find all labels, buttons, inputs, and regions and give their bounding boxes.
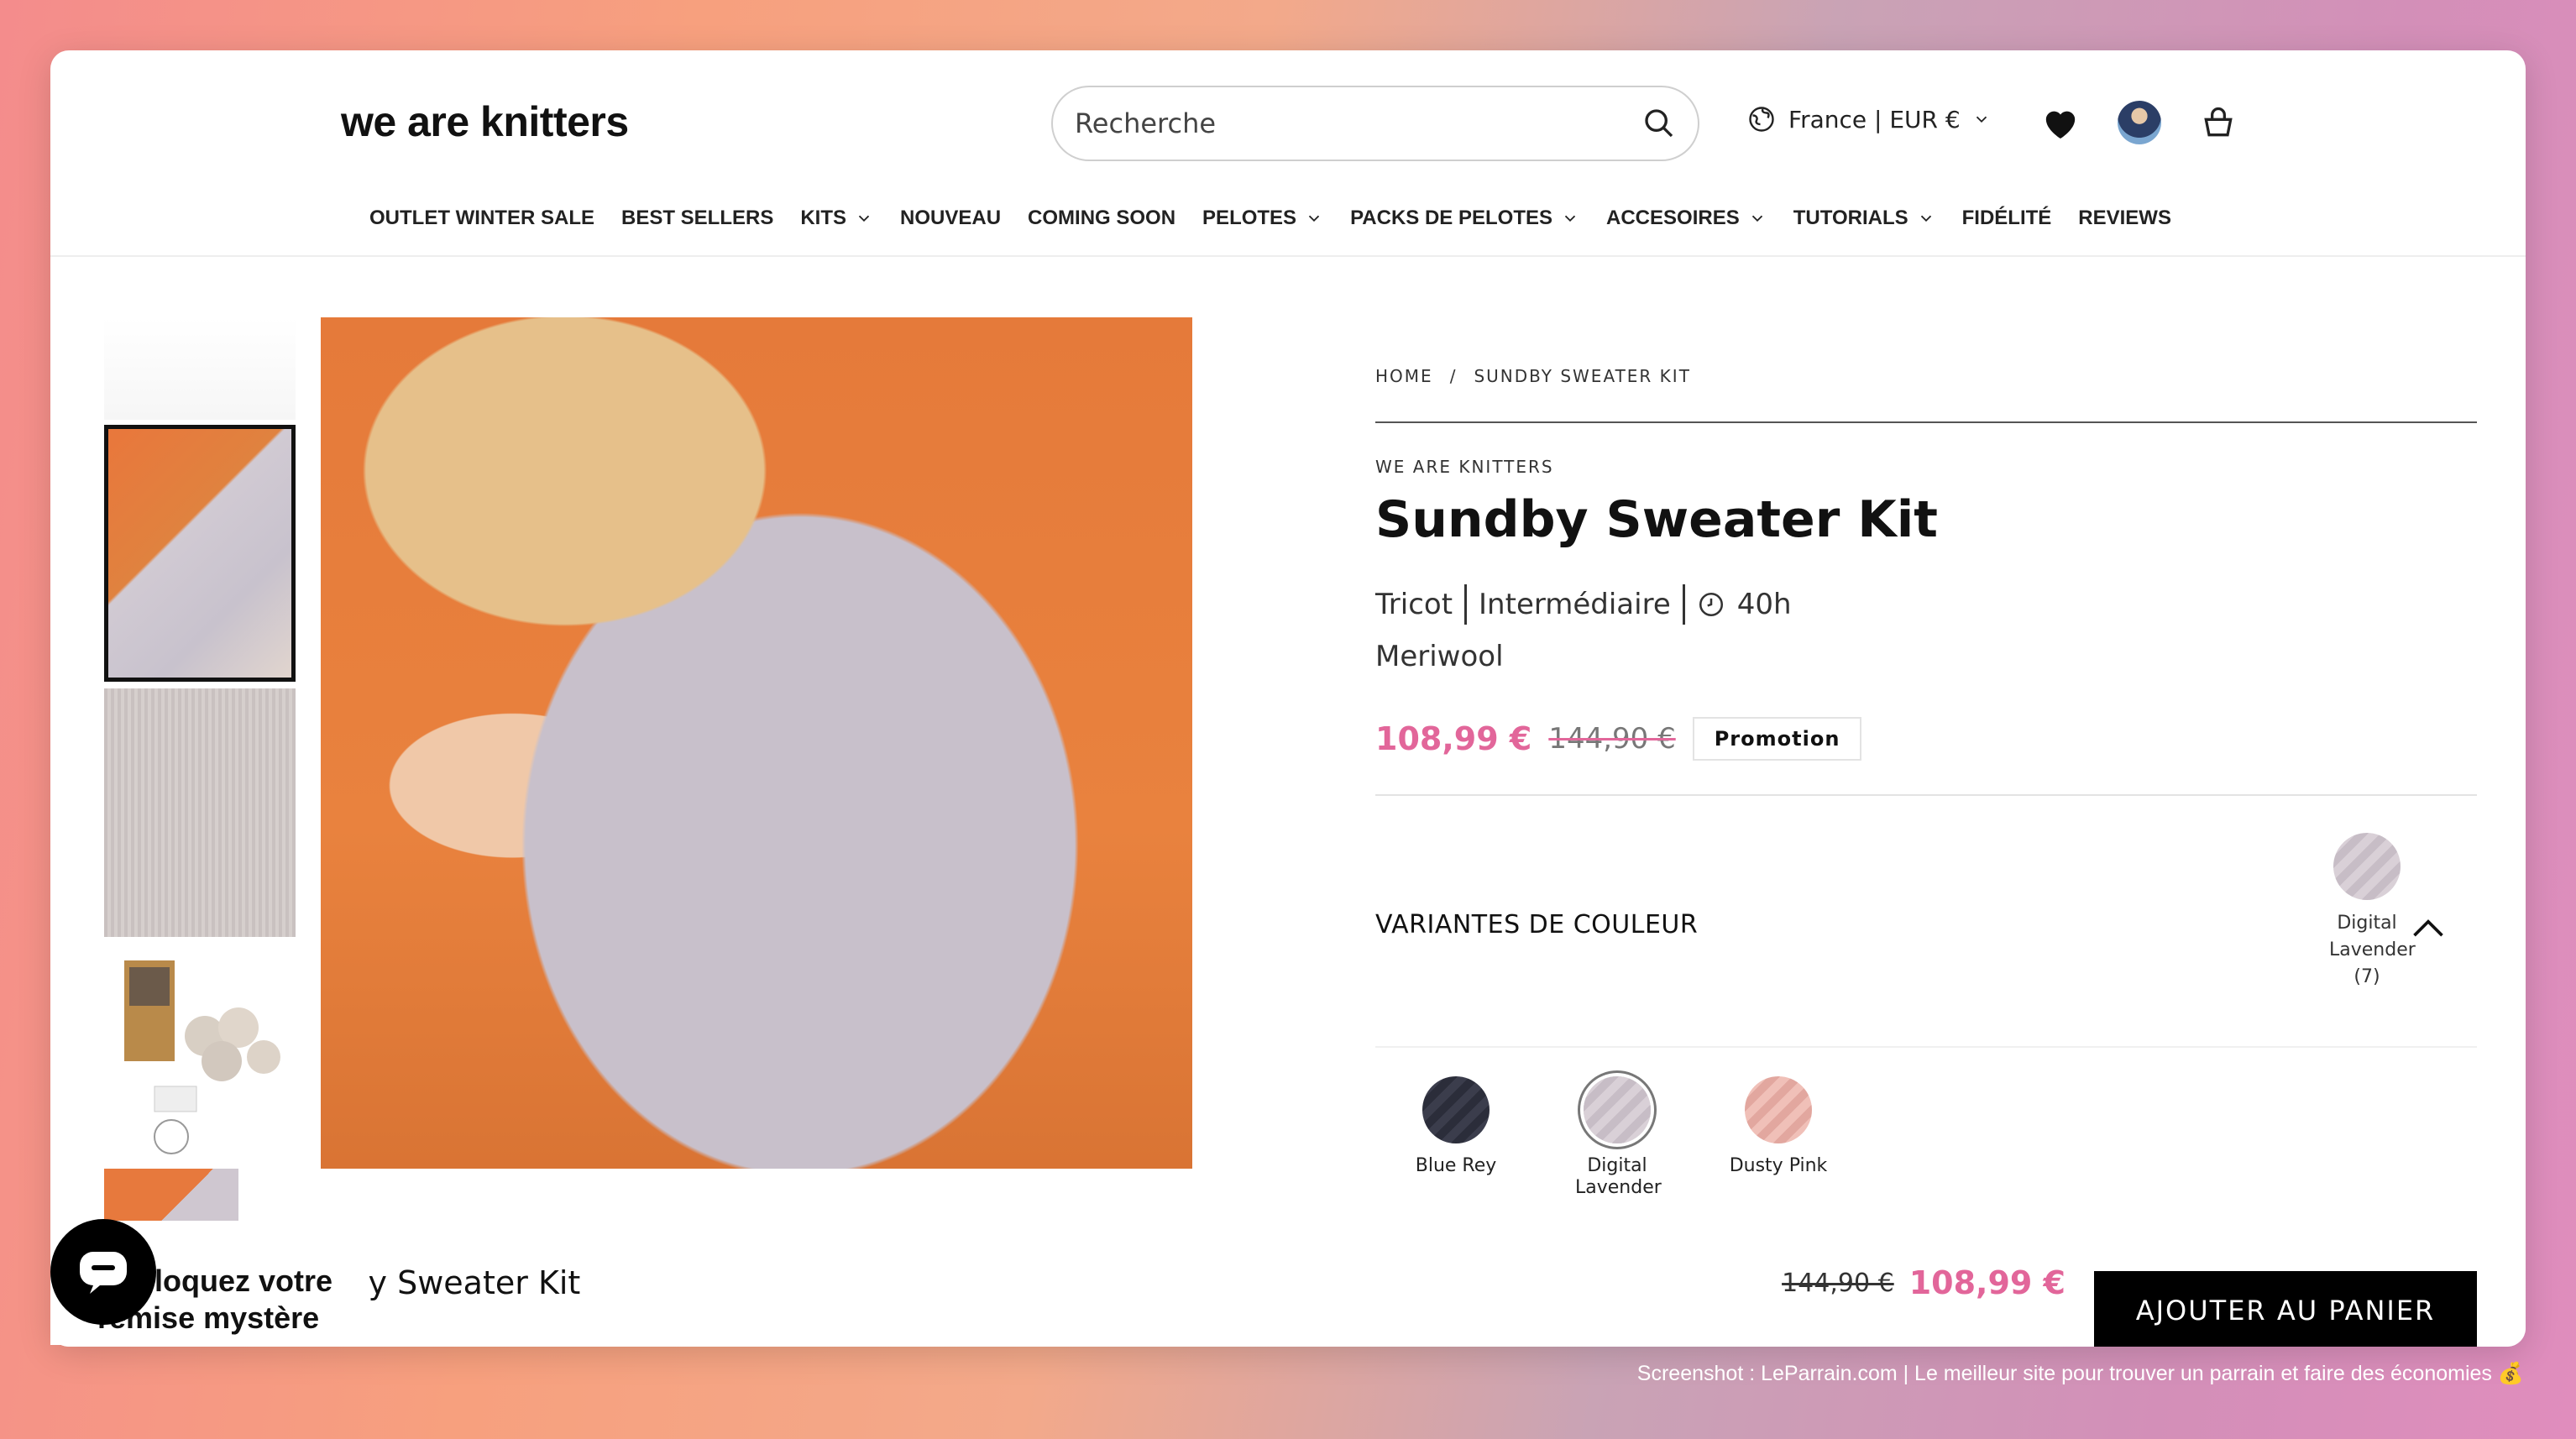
product-title: Sundby Sweater Kit <box>1375 490 1938 549</box>
search-input[interactable] <box>1075 107 1642 139</box>
breadcrumb-current: SUNDBY SWEATER KIT <box>1474 366 1691 386</box>
screenshot-credit: Screenshot : LeParrain.com | Le meilleur… <box>1636 1362 2524 1385</box>
promotion-badge: Promotion <box>1692 717 1862 761</box>
nav-item-outlet-winter-sale[interactable]: OUTLET WINTER SALE <box>369 207 594 230</box>
swatch-dusty-pink[interactable]: Dusty Pink <box>1698 1076 1859 1199</box>
swatch-label: Dusty Pink <box>1729 1155 1828 1176</box>
chevron-down-icon <box>1308 215 1320 222</box>
sticky-prices: 144,90 € 108,99 € <box>1782 1264 2066 1301</box>
search-bar[interactable] <box>1051 86 1699 161</box>
thumbnail-knit-texture[interactable] <box>104 688 296 937</box>
locale-label: France | EUR € <box>1788 105 1961 133</box>
meta-separator <box>1682 584 1685 625</box>
search-icon[interactable] <box>1642 107 1676 140</box>
sticky-price-original: 144,90 € <box>1782 1268 1894 1298</box>
main-nav: OUTLET WINTER SALE BEST SELLERS KITS NOU… <box>369 207 2198 230</box>
selected-variant-name: Digital Lavender <box>2329 913 2416 960</box>
chevron-down-icon <box>1976 116 1987 123</box>
breadcrumb-separator: / <box>1449 366 1458 386</box>
nav-item-pelotes[interactable]: PELOTES <box>1202 207 1323 230</box>
globe-icon <box>1749 107 1774 132</box>
swatch-circle[interactable] <box>1422 1076 1490 1143</box>
chat-icon <box>80 1252 127 1294</box>
thumbnail-placeholder <box>104 317 296 420</box>
nav-item-best-sellers[interactable]: BEST SELLERS <box>621 207 773 230</box>
locale-selector[interactable]: France | EUR € <box>1746 104 1991 134</box>
nav-item-kits[interactable]: KITS <box>800 207 873 230</box>
swatch-label: Digital Lavender <box>1575 1155 1662 1198</box>
sticky-price-current: 108,99 € <box>1908 1264 2066 1301</box>
nav-item-coming-soon[interactable]: COMING SOON <box>1028 207 1175 230</box>
product-main-image[interactable] <box>321 317 1192 1169</box>
sticky-cart-bar: Sundby Sweater Kit 144,90 € 108,99 € AJO… <box>50 1221 2526 1347</box>
price-current: 108,99 € <box>1375 720 1532 757</box>
shopping-bag-icon[interactable] <box>2196 101 2240 144</box>
product-brand: WE ARE KNITTERS <box>1375 457 1554 477</box>
header-divider <box>50 255 2526 257</box>
color-variants-label[interactable]: VARIANTES DE COULEUR <box>1375 910 1698 939</box>
meta-separator <box>1464 584 1468 625</box>
divider <box>1375 794 2477 796</box>
chevron-up-icon[interactable] <box>2410 915 2447 940</box>
chevron-down-icon <box>1564 215 1576 222</box>
selected-variant-count: (7) <box>2353 966 2380 987</box>
product-meta: Tricot Intermédiaire 40h <box>1375 584 1792 625</box>
divider <box>1375 1046 2477 1048</box>
wishlist-heart-icon[interactable] <box>2039 101 2082 144</box>
browser-window: we are knitters France | EUR € OUTLET WI… <box>50 50 2526 1347</box>
color-swatch-list: Blue Rey Digital Lavender Dusty Pink <box>1375 1076 1859 1199</box>
product-material: Meriwool <box>1375 640 1504 673</box>
chevron-down-icon <box>1920 215 1931 222</box>
price-original: 144,90 € <box>1548 722 1676 756</box>
selected-variant-swatch <box>2333 833 2401 900</box>
chevron-down-icon <box>858 215 870 222</box>
thumbnail-model-selected[interactable] <box>104 425 296 682</box>
swatch-digital-lavender[interactable]: Digital Lavender <box>1537 1076 1698 1199</box>
swatch-label: Blue Rey <box>1415 1155 1497 1176</box>
price-row: 108,99 € 144,90 € Promotion <box>1375 717 1862 761</box>
breadcrumb-home[interactable]: HOME <box>1375 366 1433 386</box>
account-avatar[interactable] <box>2118 101 2161 144</box>
breadcrumb: HOME / SUNDBY SWEATER KIT <box>1375 366 1691 386</box>
thumbnail-kit-contents[interactable] <box>104 944 296 1164</box>
nav-item-tutorials[interactable]: TUTORIALS <box>1793 207 1935 230</box>
chat-bubble-button[interactable] <box>50 1219 156 1325</box>
swatch-circle[interactable] <box>1584 1076 1651 1143</box>
nav-item-reviews[interactable]: REVIEWS <box>2078 207 2171 230</box>
nav-item-fidelite[interactable]: FIDÉLITÉ <box>1962 207 2052 230</box>
chevron-down-icon <box>1751 215 1762 222</box>
nav-item-packs-de-pelotes[interactable]: PACKS DE PELOTES <box>1350 207 1579 230</box>
nav-item-accesoires[interactable]: ACCESOIRES <box>1606 207 1767 230</box>
product-level: Intermédiaire <box>1479 588 1671 621</box>
add-to-cart-button[interactable]: AJOUTER AU PANIER <box>2094 1271 2477 1347</box>
swatch-blue-rey[interactable]: Blue Rey <box>1375 1076 1537 1199</box>
nav-item-nouveau[interactable]: NOUVEAU <box>900 207 1001 230</box>
site-logo[interactable]: we are knitters <box>341 97 629 146</box>
swatch-circle[interactable] <box>1745 1076 1812 1143</box>
product-duration: 40h <box>1736 588 1792 621</box>
divider <box>1375 421 2477 423</box>
product-technique: Tricot <box>1375 588 1453 621</box>
selected-variant: Digital Lavender (7) <box>2329 833 2416 991</box>
clock-icon <box>1699 592 1723 617</box>
